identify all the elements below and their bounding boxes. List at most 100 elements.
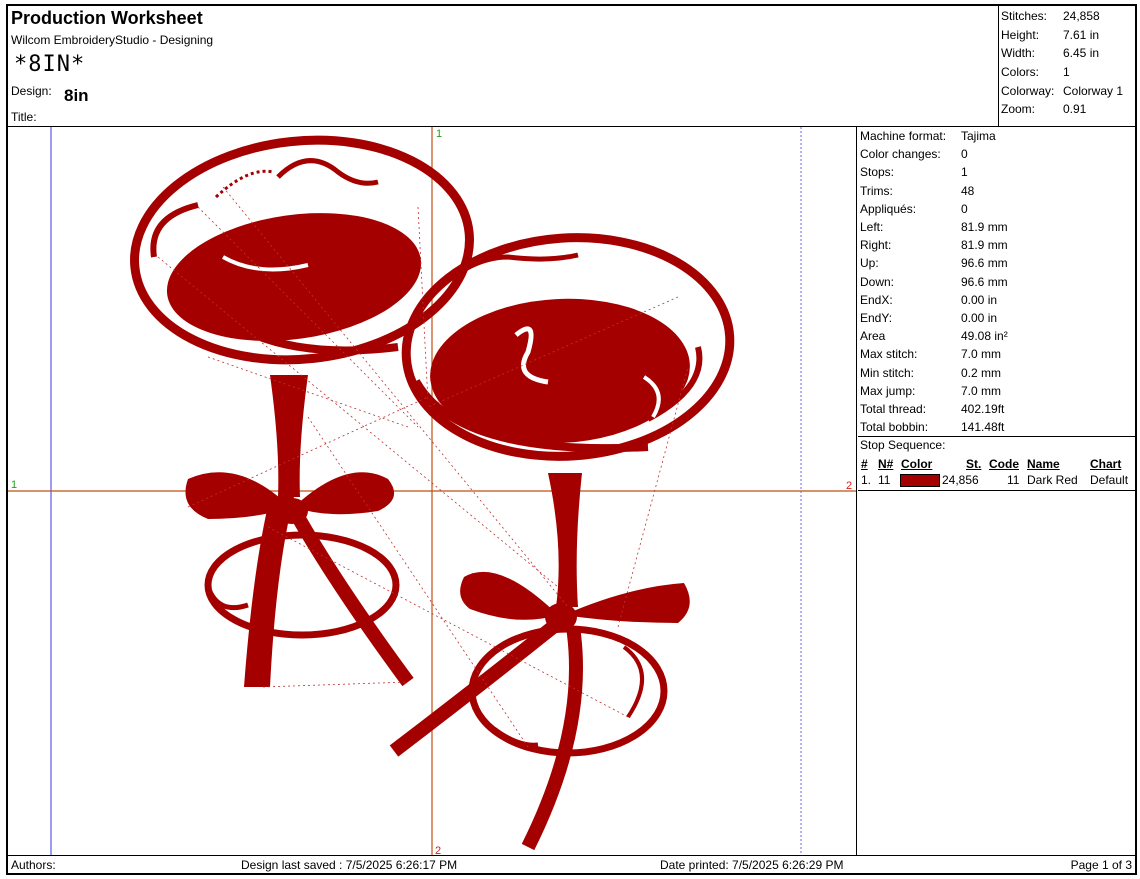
info-label: Color changes:: [860, 147, 941, 162]
info-value: 81.9 mm: [961, 220, 1008, 235]
stat-row: Stitches: 24,858: [1001, 7, 1133, 26]
info-label: Max stitch:: [860, 347, 918, 362]
stat-label: Zoom:: [1001, 102, 1036, 117]
stat-row: Width: 6.45 in: [1001, 44, 1133, 63]
stop-sequence-table: # N# Color St. Code Name Chart 1. 11 24,…: [860, 456, 1134, 488]
info-value: 1: [961, 165, 968, 180]
page-title: Production Worksheet: [11, 8, 203, 28]
marker-left: 1: [11, 479, 17, 491]
info-row: Machine format: Tajima: [860, 127, 1133, 145]
table-row: 1. 11 24,856 11 Dark Red Default: [860, 472, 1134, 488]
col-index: #: [861, 457, 868, 471]
glasses-artwork: [130, 135, 735, 851]
cell-stitches: 24,856: [942, 473, 979, 487]
info-label: Left:: [860, 220, 884, 235]
design-name: 8in: [64, 86, 89, 105]
info-row: Color changes: 0: [860, 145, 1133, 163]
cell-name: Dark Red: [1027, 473, 1078, 487]
info-label: Machine format:: [860, 129, 947, 144]
stat-label: Stitches:: [1001, 9, 1048, 24]
stat-value: 1: [1063, 65, 1070, 80]
info-label: EndX:: [860, 292, 893, 307]
info-label: Min stitch:: [860, 365, 915, 380]
stat-value: Colorway 1: [1063, 83, 1124, 98]
stat-row: Height: 7.61 in: [1001, 26, 1133, 45]
info-row: Stops: 1: [860, 163, 1133, 181]
marker-top: 1: [436, 128, 442, 140]
info-row: Trims: 48: [860, 182, 1133, 200]
stat-value: 7.61 in: [1063, 27, 1100, 42]
stat-row: Colorway: Colorway 1: [1001, 81, 1133, 100]
info-value: 7.0 mm: [961, 347, 1002, 362]
software-name: Wilcom EmbroideryStudio - Designing: [11, 33, 214, 47]
info-label: EndY:: [860, 310, 893, 325]
stitch-stats-box: Stitches: 24,858 Height: 7.61 in Width: 6.4…: [999, 6, 1135, 127]
info-value: Tajima: [961, 129, 996, 144]
info-row: Min stitch: 0.2 mm: [860, 363, 1133, 381]
info-row: EndY: 0.00 in: [860, 309, 1133, 327]
info-row: Right: 81.9 mm: [860, 236, 1133, 254]
stat-row: Colors: 1: [1001, 63, 1133, 82]
info-label: Appliqués:: [860, 201, 917, 216]
design-barcode: *8IN*: [14, 52, 86, 77]
cell-index: 1.: [861, 473, 872, 487]
info-label: Stops:: [860, 165, 895, 180]
worksheet-page: Production Worksheet Wilcom EmbroiderySt…: [6, 4, 1137, 875]
info-value: 0.00 in: [961, 292, 998, 307]
machine-info-panel: Machine format: Tajima Color changes: 0 St…: [858, 127, 1135, 437]
cell-chart: Default: [1090, 473, 1129, 487]
col-code: Code: [989, 457, 1019, 471]
info-value: 0.00 in: [961, 310, 998, 325]
stat-value: 24,858: [1063, 9, 1100, 24]
info-value: 96.6 mm: [961, 274, 1008, 289]
authors-label: Authors:: [11, 858, 56, 872]
stat-label: Colorway:: [1001, 83, 1055, 98]
stat-value: 6.45 in: [1063, 46, 1100, 61]
info-label: Total bobbin:: [860, 420, 929, 435]
cell-code: 11: [1007, 473, 1020, 487]
info-value: 49.08 in²: [961, 329, 1008, 344]
date-printed: Date printed: 7/5/2025 6:26:29 PM: [660, 858, 844, 872]
stop-sequence-divider: [858, 490, 1135, 491]
info-label: Area: [860, 329, 886, 344]
info-value: 0.2 mm: [961, 365, 1002, 380]
info-value: 81.9 mm: [961, 238, 1008, 253]
info-row: Max jump: 7.0 mm: [860, 382, 1133, 400]
col-color: Color: [901, 457, 933, 471]
info-label: Up:: [860, 256, 879, 271]
info-value: 402.19ft: [961, 401, 1005, 416]
stop-table-header: # N# Color St. Code Name Chart: [860, 456, 1134, 472]
info-label: Total thread:: [860, 401, 927, 416]
info-label: Right:: [860, 238, 892, 253]
page-number: Page 1 of 3: [1070, 858, 1132, 872]
info-row: Area 49.08 in²: [860, 327, 1133, 345]
right-glass: [389, 233, 735, 851]
info-label: Max jump:: [860, 383, 916, 398]
info-row: EndX: 0.00 in: [860, 291, 1133, 309]
stat-row: Zoom: 0.91: [1001, 100, 1133, 119]
info-row: Total thread: 402.19ft: [860, 400, 1133, 418]
info-value: 96.6 mm: [961, 256, 1008, 271]
info-row: Down: 96.6 mm: [860, 273, 1133, 291]
design-label: Design:: [11, 84, 52, 98]
info-row: Total bobbin: 141.48ft: [860, 418, 1133, 436]
stat-value: 0.91: [1063, 102, 1087, 117]
color-swatch: [900, 474, 940, 487]
info-value: 48: [961, 183, 975, 198]
info-label: Down:: [860, 274, 895, 289]
info-value: 0: [961, 147, 968, 162]
stat-label: Height:: [1001, 27, 1040, 42]
worksheet-header: Production Worksheet Wilcom EmbroiderySt…: [8, 6, 999, 127]
info-value: 7.0 mm: [961, 383, 1002, 398]
title-label: Title:: [11, 110, 37, 124]
cell-needle: 11: [878, 473, 891, 487]
design-preview-canvas: 1 2 1 2: [8, 127, 857, 855]
stop-sequence-panel: Stop Sequence: # N# Color St. Code Name …: [858, 437, 1135, 855]
info-label: Trims:: [860, 183, 893, 198]
info-row: Left: 81.9 mm: [860, 218, 1133, 236]
stop-sequence-heading: Stop Sequence:: [860, 438, 946, 452]
info-value: 0: [961, 201, 968, 216]
col-needle: N#: [878, 457, 894, 471]
info-value: 141.48ft: [961, 420, 1005, 435]
last-saved: Design last saved : 7/5/2025 6:26:17 PM: [241, 858, 458, 872]
